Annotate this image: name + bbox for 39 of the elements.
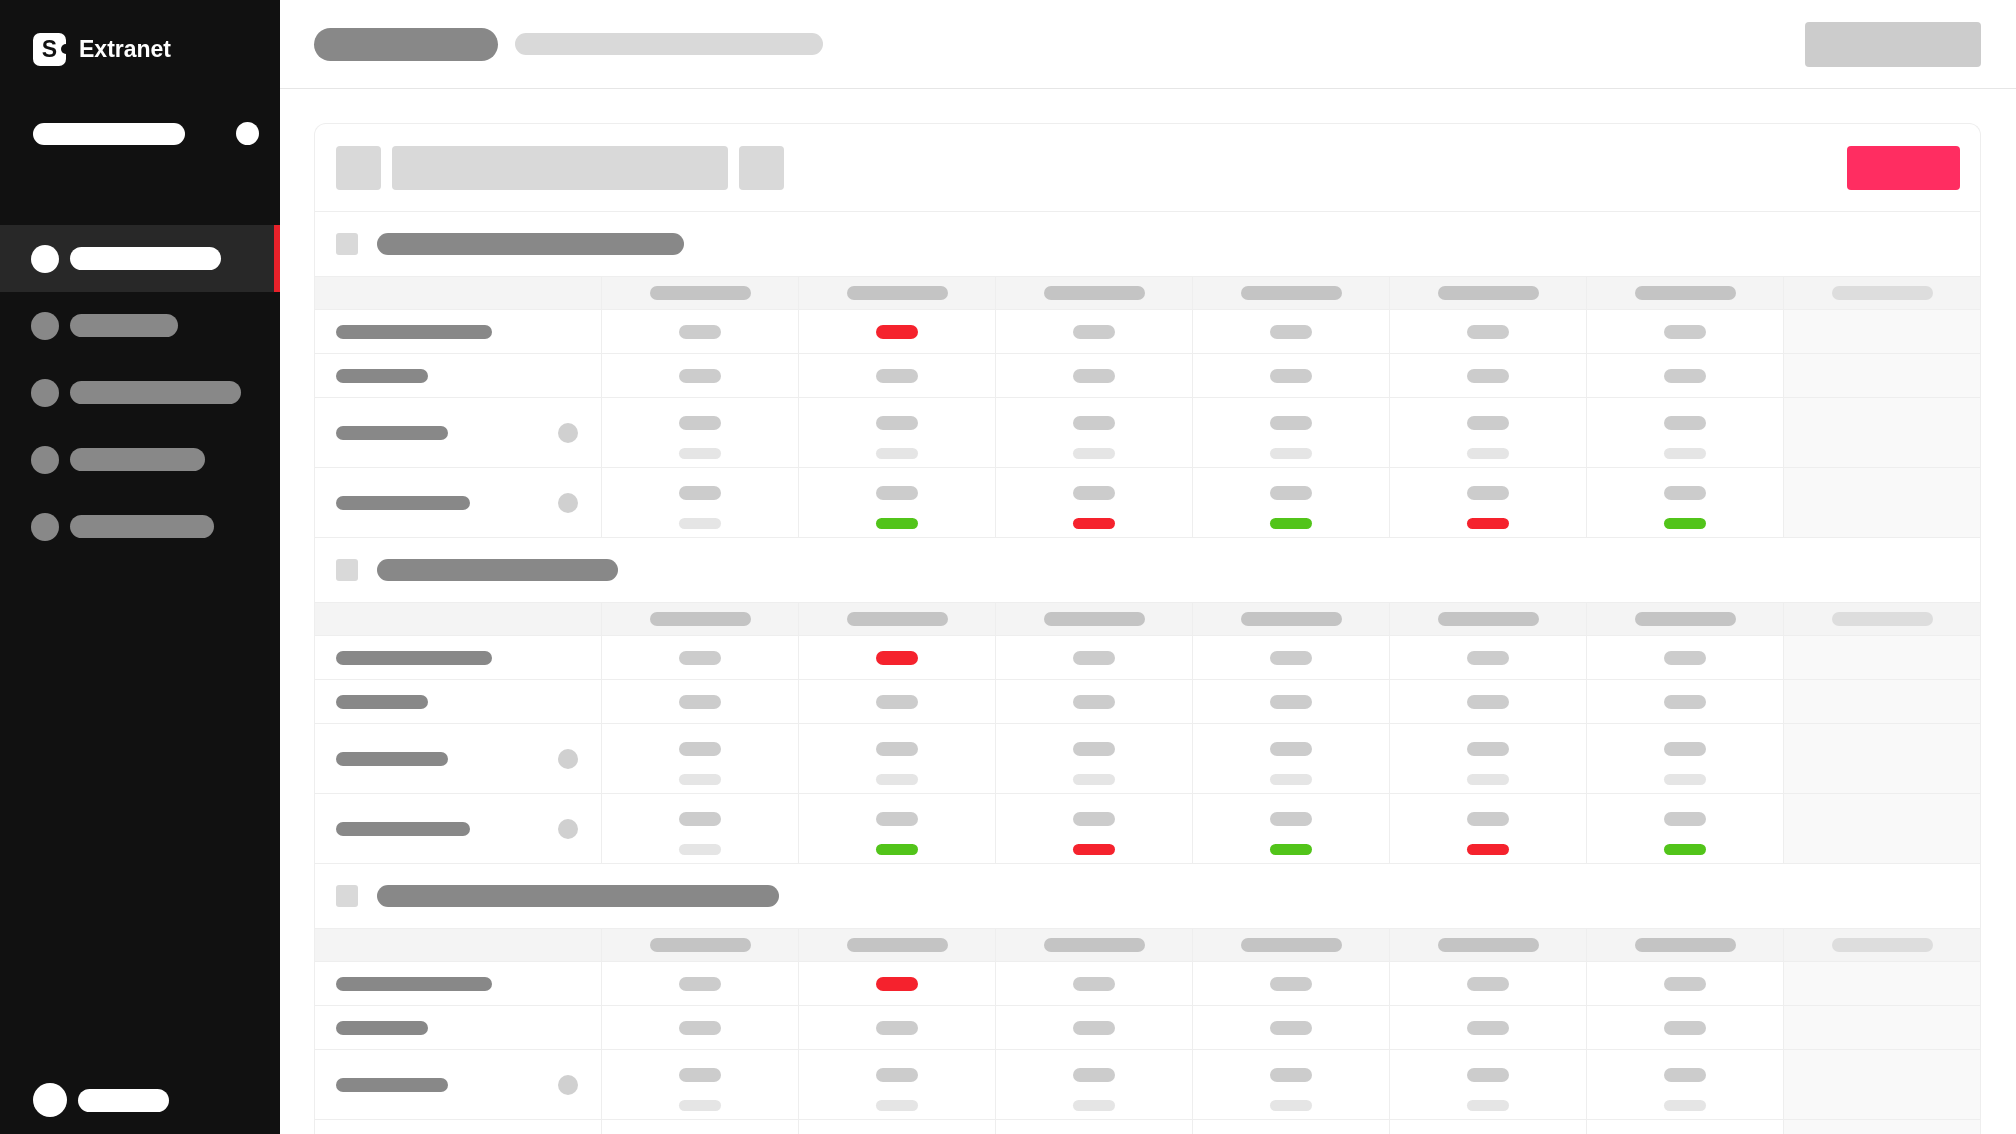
placeholder-bar [1270,742,1312,756]
placeholder-bar [1467,486,1509,500]
placeholder-bar [1073,1068,1115,1082]
placeholder-bar [1073,486,1115,500]
checkbox[interactable] [336,233,358,255]
placeholder-bar [876,812,918,826]
placeholder-bar [1270,416,1312,430]
placeholder-bar [1664,416,1706,430]
placeholder-bar [1664,486,1706,500]
placeholder-bar [679,416,721,430]
checkbox[interactable] [336,559,358,581]
placeholder-field[interactable] [392,145,728,190]
placeholder-bar [679,486,721,500]
placeholder-bar [876,742,918,756]
placeholder-bar [1270,1068,1312,1082]
placeholder-bar [1467,742,1509,756]
placeholder-bar [679,742,721,756]
placeholder-bar [876,416,918,430]
action-button[interactable] [1847,145,1960,190]
placeholder-bar [1467,812,1509,826]
placeholder-bar [1467,1068,1509,1082]
placeholder-bar [1270,812,1312,826]
avatar-icon[interactable] [33,1083,67,1117]
placeholder-bar [1073,812,1115,826]
checkbox[interactable] [336,885,358,907]
placeholder-bar [1073,416,1115,430]
placeholder-bar [876,1068,918,1082]
sidebar-item[interactable] [0,225,280,292]
logo-mark: S [33,33,66,66]
brand-name: Extranet [79,38,172,61]
placeholder-bar [1664,1068,1706,1082]
placeholder-bar [1073,742,1115,756]
placeholder-bar [1270,486,1312,500]
placeholder-bar [679,1068,721,1082]
placeholder-bar [1664,812,1706,826]
placeholder-bar [876,486,918,500]
placeholder-bar [1467,416,1509,430]
placeholder-bar [679,812,721,826]
placeholder-bar [1664,742,1706,756]
